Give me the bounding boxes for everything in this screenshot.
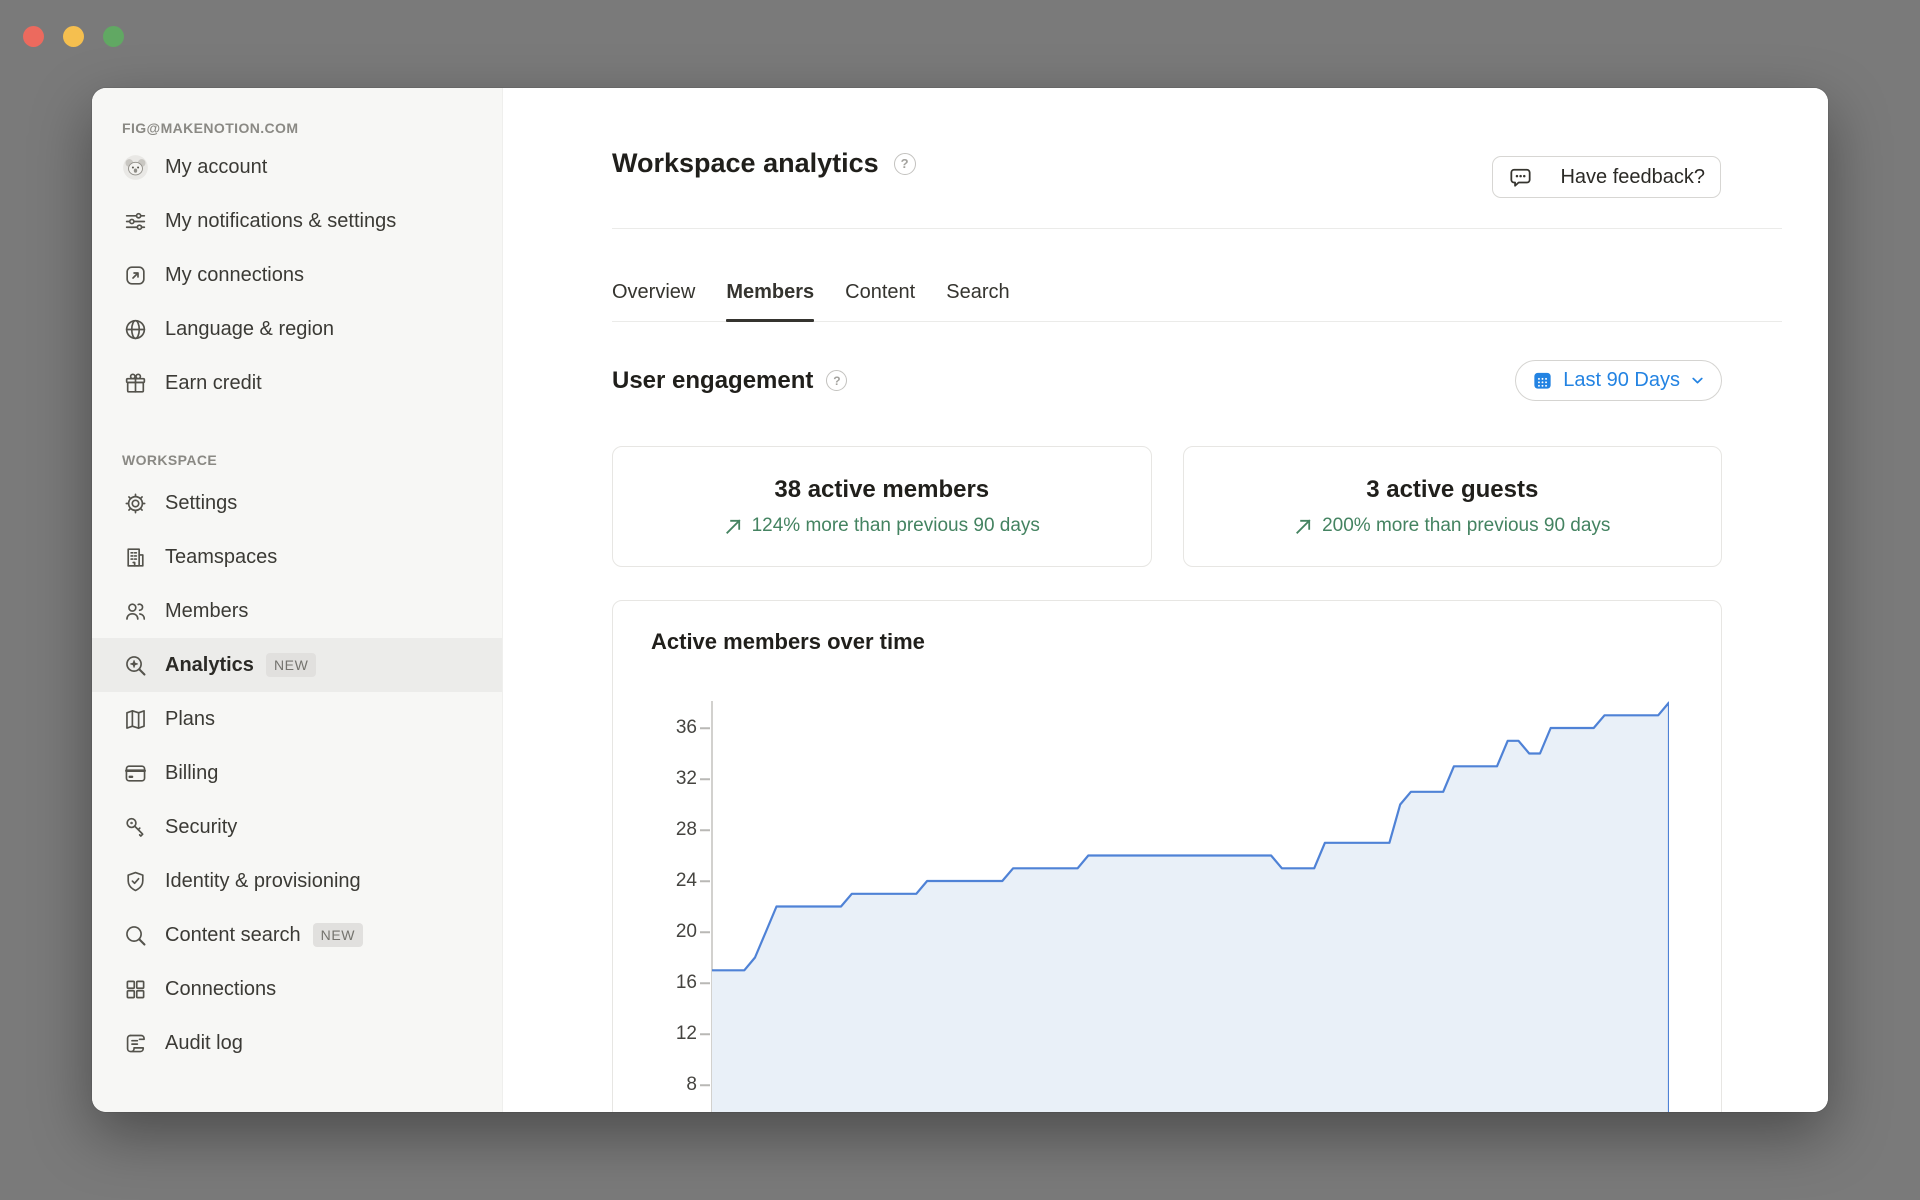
y-tick-mark xyxy=(700,880,710,882)
y-tick-label: 16 xyxy=(635,972,697,994)
y-tick-label: 36 xyxy=(635,717,697,739)
header-divider xyxy=(612,228,1782,229)
avatar xyxy=(122,154,149,181)
globe-icon xyxy=(122,316,149,343)
help-icon[interactable]: ? xyxy=(826,370,847,391)
map-icon xyxy=(122,706,149,733)
stat-value: 3 active guests xyxy=(1366,476,1538,504)
date-range-selector[interactable]: Last 90 Days xyxy=(1515,360,1722,401)
y-tick-mark xyxy=(700,1033,710,1035)
workspace-section-label: WORKSPACE xyxy=(122,452,502,468)
sidebar-item-analytics[interactable]: Analytics NEW xyxy=(92,638,502,692)
sidebar-item-content-search[interactable]: Content search NEW xyxy=(92,908,502,962)
page-header: Workspace analytics ? xyxy=(612,148,916,179)
speech-bubble-icon xyxy=(1508,165,1533,190)
stat-value: 38 active members xyxy=(774,476,989,504)
active-members-card: 38 active members 124% more than previou… xyxy=(612,446,1152,567)
chart-title: Active members over time xyxy=(651,629,925,655)
sidebar-item-language-region[interactable]: Language & region xyxy=(92,302,502,356)
y-tick-mark xyxy=(700,727,710,729)
stat-delta: 200% more than previous 90 days xyxy=(1322,515,1610,537)
sidebar-item-earn-credit[interactable]: Earn credit xyxy=(92,356,502,410)
close-button[interactable] xyxy=(23,26,44,47)
settings-sidebar: FIG@MAKENOTION.COM My account My notific… xyxy=(92,88,503,1112)
grid-icon xyxy=(122,976,149,1003)
shield-check-icon xyxy=(122,868,149,895)
sidebar-item-my-connections[interactable]: My connections xyxy=(92,248,502,302)
account-section: My account My notifications & settings M… xyxy=(92,140,502,410)
date-range-label: Last 90 Days xyxy=(1563,369,1680,392)
y-tick-label: 28 xyxy=(635,819,697,841)
have-feedback-button[interactable]: Have feedback? xyxy=(1492,156,1721,198)
tab-overview[interactable]: Overview xyxy=(612,264,695,321)
y-tick-mark xyxy=(700,1084,710,1086)
external-link-icon xyxy=(122,262,149,289)
new-badge: NEW xyxy=(266,653,316,676)
feedback-button-label: Have feedback? xyxy=(1560,166,1705,189)
search-icon xyxy=(122,922,149,949)
sidebar-item-plans[interactable]: Plans xyxy=(92,692,502,746)
sidebar-item-identity-provisioning[interactable]: Identity & provisioning xyxy=(92,854,502,908)
sidebar-item-settings[interactable]: Settings xyxy=(92,476,502,530)
settings-dialog: FIG@MAKENOTION.COM My account My notific… xyxy=(92,88,1828,1112)
scroll-icon xyxy=(122,1030,149,1057)
help-icon[interactable]: ? xyxy=(894,153,916,175)
calendar-icon xyxy=(1531,369,1554,392)
magnifier-sparkle-icon xyxy=(122,652,149,679)
section-title: User engagement xyxy=(612,367,813,395)
y-tick-mark xyxy=(700,931,710,933)
key-icon xyxy=(122,814,149,841)
minimize-button[interactable] xyxy=(63,26,84,47)
y-tick-label: 24 xyxy=(635,870,697,892)
analytics-tabs: Overview Members Content Search xyxy=(612,264,1782,322)
sidebar-item-my-account[interactable]: My account xyxy=(92,140,502,194)
page-title: Workspace analytics xyxy=(612,148,879,179)
people-icon xyxy=(122,598,149,625)
trend-up-icon xyxy=(1294,517,1313,536)
y-tick-label: 32 xyxy=(635,768,697,790)
sliders-icon xyxy=(122,208,149,235)
sidebar-item-connections[interactable]: Connections xyxy=(92,962,502,1016)
trend-up-icon xyxy=(724,517,743,536)
sidebar-item-my-notifications-settings[interactable]: My notifications & settings xyxy=(92,194,502,248)
gear-icon xyxy=(122,490,149,517)
sidebar-item-audit-log[interactable]: Audit log xyxy=(92,1016,502,1070)
tab-content[interactable]: Content xyxy=(845,264,915,321)
chevron-down-icon xyxy=(1689,372,1706,389)
analytics-main-pane: Workspace analytics ? Have feedback? Ove… xyxy=(503,88,1828,1112)
building-icon xyxy=(122,544,149,571)
user-engagement-header: User engagement ? Last 90 Days xyxy=(612,360,1722,401)
y-tick-label: 8 xyxy=(635,1074,697,1096)
new-badge: NEW xyxy=(313,923,363,946)
y-tick-mark xyxy=(700,778,710,780)
y-tick-mark xyxy=(700,982,710,984)
sidebar-item-teamspaces[interactable]: Teamspaces xyxy=(92,530,502,584)
account-email-label: FIG@MAKENOTION.COM xyxy=(122,120,502,136)
tab-search[interactable]: Search xyxy=(946,264,1009,321)
zoom-button[interactable] xyxy=(103,26,124,47)
credit-card-icon xyxy=(122,760,149,787)
tab-members[interactable]: Members xyxy=(726,264,814,321)
active-guests-card: 3 active guests 200% more than previous … xyxy=(1183,446,1723,567)
y-tick-mark xyxy=(700,829,710,831)
gift-icon xyxy=(122,370,149,397)
active-members-area-chart xyxy=(712,701,1669,1112)
active-members-chart-card: Active members over time 36 32 28 24 20 16 12 8 xyxy=(612,600,1722,1112)
workspace-section: Settings Teamspaces Members Analytics NE… xyxy=(92,476,502,1070)
sidebar-item-billing[interactable]: Billing xyxy=(92,746,502,800)
sidebar-item-security[interactable]: Security xyxy=(92,800,502,854)
stat-delta: 124% more than previous 90 days xyxy=(752,515,1040,537)
sidebar-item-members[interactable]: Members xyxy=(92,584,502,638)
y-tick-label: 20 xyxy=(635,921,697,943)
y-tick-label: 12 xyxy=(635,1023,697,1045)
engagement-stat-cards: 38 active members 124% more than previou… xyxy=(612,446,1722,567)
